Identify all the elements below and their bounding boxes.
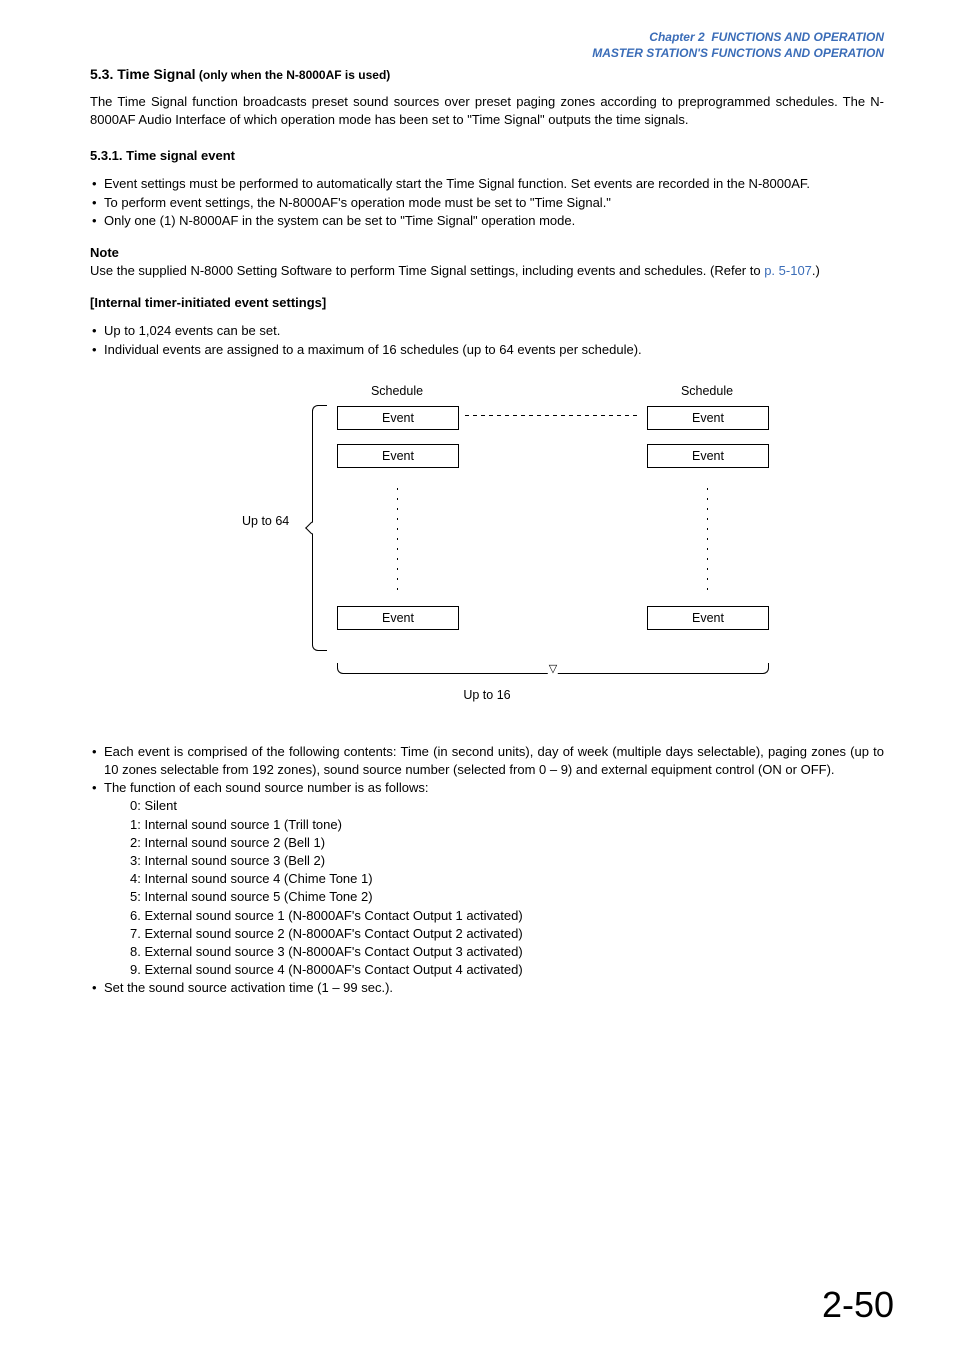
chapter-prefix: Chapter 2: [649, 30, 704, 44]
bullet-list-1: Event settings must be performed to auto…: [90, 175, 884, 230]
list-item: The function of each sound source number…: [90, 779, 884, 797]
horizontal-dash-line: [465, 415, 641, 416]
bottom-brace: [337, 663, 769, 674]
event-box: Event: [647, 444, 769, 468]
vertical-dots: [647, 482, 767, 592]
event-box: Event: [337, 444, 459, 468]
sound-item: 0: Silent: [130, 797, 884, 815]
sound-item: 3: Internal sound source 3 (Bell 2): [130, 852, 884, 870]
page-ref-link[interactable]: p. 5-107: [764, 263, 812, 278]
chapter-subtitle: MASTER STATION'S FUNCTIONS AND OPERATION: [592, 46, 884, 60]
list-item: Only one (1) N-8000AF in the system can …: [90, 212, 884, 230]
schedule-label: Schedule: [337, 383, 457, 401]
sound-item: 4: Internal sound source 4 (Chime Tone 1…: [130, 870, 884, 888]
list-item: Up to 1,024 events can be set.: [90, 322, 884, 340]
sound-item: 8. External sound source 3 (N-8000AF's C…: [130, 943, 884, 961]
note-text: Use the supplied N-8000 Setting Software…: [90, 262, 884, 280]
bracket-heading: [Internal timer-initiated event settings…: [90, 294, 884, 312]
schedule-label: Schedule: [647, 383, 767, 401]
schedule-column-left: Schedule Event Event Event: [337, 383, 457, 645]
note-part1: Use the supplied N-8000 Setting Software…: [90, 263, 764, 278]
list-item: Individual events are assigned to a maxi…: [90, 341, 884, 359]
chapter-title: FUNCTIONS AND OPERATION: [711, 30, 884, 44]
left-brace: [312, 405, 327, 651]
section-intro: The Time Signal function broadcasts pres…: [90, 93, 884, 129]
list-item: Set the sound source activation time (1 …: [90, 979, 884, 997]
event-box: Event: [647, 406, 769, 430]
chapter-header: Chapter 2 FUNCTIONS AND OPERATION MASTER…: [90, 30, 884, 61]
event-box: Event: [337, 606, 459, 630]
note-label: Note: [90, 244, 884, 262]
up-to-16-label: Up to 16: [187, 687, 787, 705]
sound-item: 5: Internal sound source 5 (Chime Tone 2…: [130, 888, 884, 906]
bullet-list-2: Up to 1,024 events can be set. Individua…: [90, 322, 884, 358]
section-qualifier: (only when the N-8000AF is used): [196, 68, 391, 82]
bullet-list-3: Each event is comprised of the following…: [90, 743, 884, 798]
list-item: To perform event settings, the N-8000AF'…: [90, 194, 884, 212]
sound-item: 7. External sound source 2 (N-8000AF's C…: [130, 925, 884, 943]
up-to-64-label: Up to 64: [242, 513, 289, 531]
sound-item: 9. External sound source 4 (N-8000AF's C…: [130, 961, 884, 979]
subsection-title: 5.3.1. Time signal event: [90, 147, 884, 165]
sound-item: 1: Internal sound source 1 (Trill tone): [130, 816, 884, 834]
schedule-diagram: Up to 64 Schedule Event Event Event Sche…: [187, 383, 787, 713]
section-heading: 5.3. Time Signal (only when the N-8000AF…: [90, 65, 884, 85]
schedule-column-right: Schedule Event Event Event: [647, 383, 767, 645]
section-number-title: 5.3. Time Signal: [90, 66, 196, 82]
sound-item: 2: Internal sound source 2 (Bell 1): [130, 834, 884, 852]
list-item: Each event is comprised of the following…: [90, 743, 884, 779]
event-box: Event: [337, 406, 459, 430]
sound-item: 6. External sound source 1 (N-8000AF's C…: [130, 907, 884, 925]
vertical-dots: [337, 482, 457, 592]
sound-source-list: 0: Silent 1: Internal sound source 1 (Tr…: [130, 797, 884, 979]
bullet-list-4: Set the sound source activation time (1 …: [90, 979, 884, 997]
note-part2: .): [812, 263, 820, 278]
event-box: Event: [647, 606, 769, 630]
list-item: Event settings must be performed to auto…: [90, 175, 884, 193]
page-number: 2-50: [822, 1280, 894, 1330]
page: Chapter 2 FUNCTIONS AND OPERATION MASTER…: [0, 0, 954, 1350]
